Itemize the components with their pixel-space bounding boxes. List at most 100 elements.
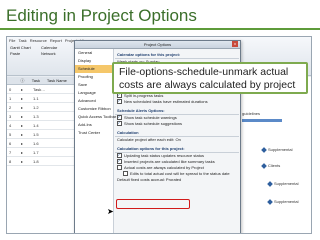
inserted-label: Inserted projects are calculated like su…: [124, 159, 215, 164]
nav-item-save[interactable]: Save: [75, 81, 113, 89]
task-mode-icon: ▸: [21, 86, 24, 92]
nav-item-proofing[interactable]: Proofing: [75, 73, 113, 81]
column-header-id[interactable]: [7, 77, 18, 84]
row-id: 5: [9, 131, 12, 137]
row-id: 3: [9, 113, 12, 119]
table-row[interactable]: 2 ▸ 1.2: [7, 103, 75, 112]
table-row[interactable]: 3 ▸ 1.3: [7, 112, 75, 121]
checkbox-icon[interactable]: [117, 165, 122, 171]
task-name: 1.4: [33, 122, 39, 128]
gantt-label: Supplemental: [268, 147, 293, 152]
task-mode-icon: ▸: [21, 95, 24, 101]
tab-file[interactable]: File: [9, 38, 15, 43]
estimated-checkbox[interactable]: New scheduled tasks have estimated durat…: [115, 98, 239, 105]
show-suggestions-checkbox[interactable]: Show task schedule suggestions: [115, 120, 239, 127]
gantt-bar[interactable]: [242, 119, 282, 122]
nav-item-general[interactable]: General: [75, 49, 113, 57]
milestone-icon[interactable]: [267, 181, 273, 187]
task-name: 1.3: [33, 113, 39, 119]
gantt-label: guidelines: [242, 111, 261, 116]
task-name: 1.8: [33, 158, 39, 164]
task-name: 1.6: [33, 140, 39, 146]
tab-resource[interactable]: Resource: [30, 38, 47, 43]
actual-costs-label: Actual costs are always calculated by Pr…: [124, 165, 204, 170]
table-row[interactable]: 0 ▸ Task…: [7, 85, 75, 94]
table-row[interactable]: 1 ▸ 1.1: [7, 94, 75, 103]
task-sheet: ⓘ Task Task Name 0 ▸ Task… 1 ▸ 1.1 2 ▸ 1.2 3 ▸ 1…: [7, 77, 75, 233]
table-row[interactable]: 4 ▸ 1.4: [7, 121, 75, 130]
task-name: Task…: [33, 86, 46, 92]
nav-item-add-ins[interactable]: Add-Ins: [75, 121, 113, 129]
row-id: 8: [9, 158, 12, 164]
gantt-label: Clients: [268, 163, 281, 168]
column-header-task-mode[interactable]: Task: [30, 77, 45, 84]
section-heading: Calculation: [115, 129, 239, 137]
task-mode-icon: ▸: [21, 140, 24, 146]
checkbox-icon[interactable]: [123, 171, 128, 177]
nav-item-trust-center[interactable]: Trust Center: [75, 129, 113, 137]
estimated-label: New scheduled tasks have estimated durat…: [124, 99, 208, 104]
gantt-chart-pane[interactable]: guidelines Supplemental Clients Suppleme…: [237, 77, 311, 233]
ribbon-group-views: Calendar Network: [41, 45, 57, 57]
network-button[interactable]: Network: [41, 51, 57, 57]
nav-item-quick-access-toolbar[interactable]: Quick Access Toolbar: [75, 113, 116, 121]
nav-item-customize-ribbon[interactable]: Customize Ribbon: [75, 105, 113, 113]
task-mode-icon: ▸: [21, 104, 24, 110]
task-mode-icon: ▸: [21, 131, 24, 137]
checkbox-icon[interactable]: [117, 120, 122, 127]
task-name: 1.2: [33, 104, 39, 110]
nav-item-display[interactable]: Display: [75, 57, 113, 65]
dialog-title-bar: Project Options x: [75, 41, 240, 49]
row-id: 4: [9, 122, 12, 128]
milestone-icon[interactable]: [261, 163, 267, 169]
section-heading: Calculation options for this project:: [115, 145, 239, 153]
table-row[interactable]: 7 ▸ 1.7: [7, 148, 75, 157]
checkbox-icon[interactable]: [117, 98, 122, 105]
task-name: 1.5: [33, 131, 39, 137]
highlight-box: [116, 199, 190, 209]
tab-task[interactable]: Task: [18, 38, 26, 43]
default-fixed-costs-select[interactable]: Default fixed costs accrual: Prorated: [115, 177, 239, 183]
task-mode-icon: ▸: [21, 158, 24, 164]
dialog-title: Project Options: [143, 42, 172, 47]
title-divider: [0, 28, 320, 30]
column-header-indicators[interactable]: ⓘ: [18, 77, 29, 84]
tab-report[interactable]: Report: [50, 38, 62, 43]
task-mode-icon: ▸: [21, 122, 24, 128]
calculate-toggle[interactable]: Calculate project after each edit: On: [115, 137, 239, 143]
table-row[interactable]: 5 ▸ 1.5: [7, 130, 75, 139]
row-id: 1: [9, 95, 12, 101]
task-name: 1.1: [33, 95, 39, 101]
milestone-icon[interactable]: [267, 199, 273, 205]
edits-spread-label: Edits to total actual cost will be sprea…: [130, 171, 230, 176]
row-id: 6: [9, 140, 12, 146]
nav-item-advanced[interactable]: Advanced: [75, 97, 113, 105]
show-suggestions-label: Show task schedule suggestions: [124, 121, 183, 126]
milestone-icon[interactable]: [261, 147, 267, 153]
nav-item-language[interactable]: Language: [75, 89, 113, 97]
row-id: 2: [9, 104, 12, 110]
sheet-header: ⓘ Task Task Name: [7, 77, 75, 85]
column-header-task-name[interactable]: Task Name: [45, 77, 75, 84]
row-id: 7: [9, 149, 12, 155]
options-nav: General Display Schedule Proofing Save L…: [75, 49, 116, 233]
checkbox-icon[interactable]: [117, 158, 122, 165]
cursor-icon: ➤: [107, 207, 114, 216]
section-heading: Calendar options for this project:: [115, 51, 239, 59]
show-errors-label: Show task schedule warnings: [124, 115, 177, 120]
section-heading: Schedule Alerts Options:: [115, 107, 239, 115]
nav-item-schedule[interactable]: Schedule: [75, 65, 113, 73]
close-icon[interactable]: x: [232, 41, 238, 47]
callout-box: File-options-schedule-unmark actual cost…: [112, 62, 308, 94]
table-row[interactable]: 6 ▸ 1.6: [7, 139, 75, 148]
row-id: 0: [9, 86, 12, 92]
ribbon-group-view: Gantt Chart Paste: [10, 45, 31, 57]
task-name: 1.7: [33, 149, 39, 155]
table-row[interactable]: 8 ▸ 1.8: [7, 157, 75, 166]
gantt-label: Supplemental: [274, 199, 299, 204]
task-mode-icon: ▸: [21, 149, 24, 155]
task-mode-icon: ▸: [21, 113, 24, 119]
slide-title: Editing in Project Options: [6, 6, 197, 25]
gantt-label: Supplemental: [274, 181, 299, 186]
paste-button[interactable]: Paste: [10, 51, 31, 57]
